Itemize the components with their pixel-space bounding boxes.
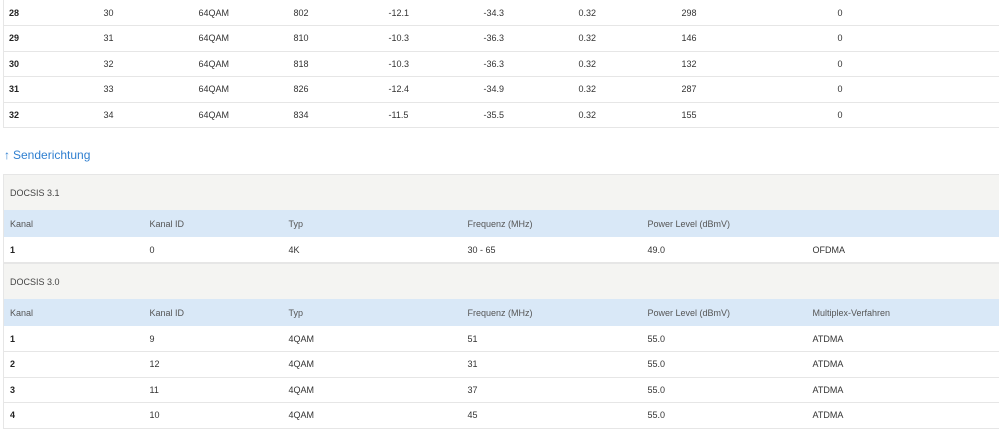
column-header (807, 210, 999, 237)
docsis30-caption: DOCSIS 3.0 (3, 263, 999, 299)
table-header-row: Kanal Kanal ID Typ Frequenz (MHz) Power … (3, 299, 999, 326)
column-header: Typ (288, 307, 304, 318)
table-row: 29 31 64QAM 810 -10.3 -36.3 0.32 146 0 (3, 26, 999, 51)
column-header: Power Level (dBmV) (647, 307, 731, 318)
docsis30-table: Kanal Kanal ID Typ Frequenz (MHz) Power … (3, 299, 999, 429)
table-row: 31 33 64QAM 826 -12.4 -34.9 0.32 287 0 (3, 77, 999, 102)
table-row: 28 30 64QAM 802 -12.1 -34.3 0.32 298 0 (3, 0, 999, 26)
column-header: Power Level (dBmV) (647, 218, 731, 229)
docsis31-caption: DOCSIS 3.1 (3, 174, 999, 210)
table-row: 1 9 4QAM 51 55.0 ATDMA (3, 326, 999, 352)
arrow-up-icon: ↑ (4, 148, 10, 162)
upstream-heading[interactable]: ↑ Senderichtung (4, 148, 90, 162)
table-header-row: Kanal Kanal ID Typ Frequenz (MHz) Power … (3, 210, 999, 237)
table-row: 3 11 4QAM 37 55.0 ATDMA (3, 377, 999, 403)
table-row: 32 34 64QAM 834 -11.5 -35.5 0.32 155 0 (3, 102, 999, 128)
table-row: 30 32 64QAM 818 -10.3 -36.3 0.32 132 0 (3, 51, 999, 77)
column-header: Multiplex-Verfahren (812, 307, 891, 318)
table-row: 4 10 4QAM 45 55.0 ATDMA (3, 403, 999, 428)
column-header: Kanal ID (149, 218, 185, 229)
column-header: Kanal ID (149, 307, 185, 318)
column-header: Frequenz (MHz) (467, 218, 533, 229)
column-header: Kanal (10, 307, 34, 318)
table-row: 1 0 4K 30 - 65 49.0 OFDMA (3, 237, 999, 263)
column-header: Typ (288, 218, 304, 229)
column-header: Frequenz (MHz) (467, 307, 533, 318)
downstream-table: 28 30 64QAM 802 -12.1 -34.3 0.32 298 0 2… (3, 0, 999, 128)
upstream-heading-label: Senderichtung (13, 148, 91, 162)
docsis31-table: Kanal Kanal ID Typ Frequenz (MHz) Power … (3, 210, 999, 263)
table-row: 2 12 4QAM 31 55.0 ATDMA (3, 352, 999, 377)
column-header: Kanal (10, 218, 34, 229)
